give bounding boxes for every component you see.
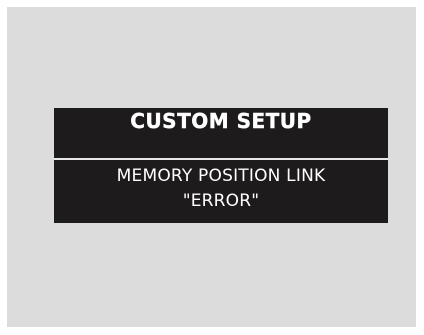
message-line-2: "ERROR" <box>182 191 260 211</box>
message-line-1: MEMORY POSITION LINK <box>116 166 326 186</box>
display-message: MEMORY POSITION LINK "ERROR" <box>54 164 388 214</box>
background-panel: CUSTOM SETUP MEMORY POSITION LINK "ERROR… <box>7 7 416 327</box>
info-display-screen: CUSTOM SETUP MEMORY POSITION LINK "ERROR… <box>54 108 388 223</box>
header-divider <box>54 158 388 160</box>
display-header: CUSTOM SETUP <box>54 108 388 158</box>
header-title: CUSTOM SETUP <box>130 109 312 133</box>
